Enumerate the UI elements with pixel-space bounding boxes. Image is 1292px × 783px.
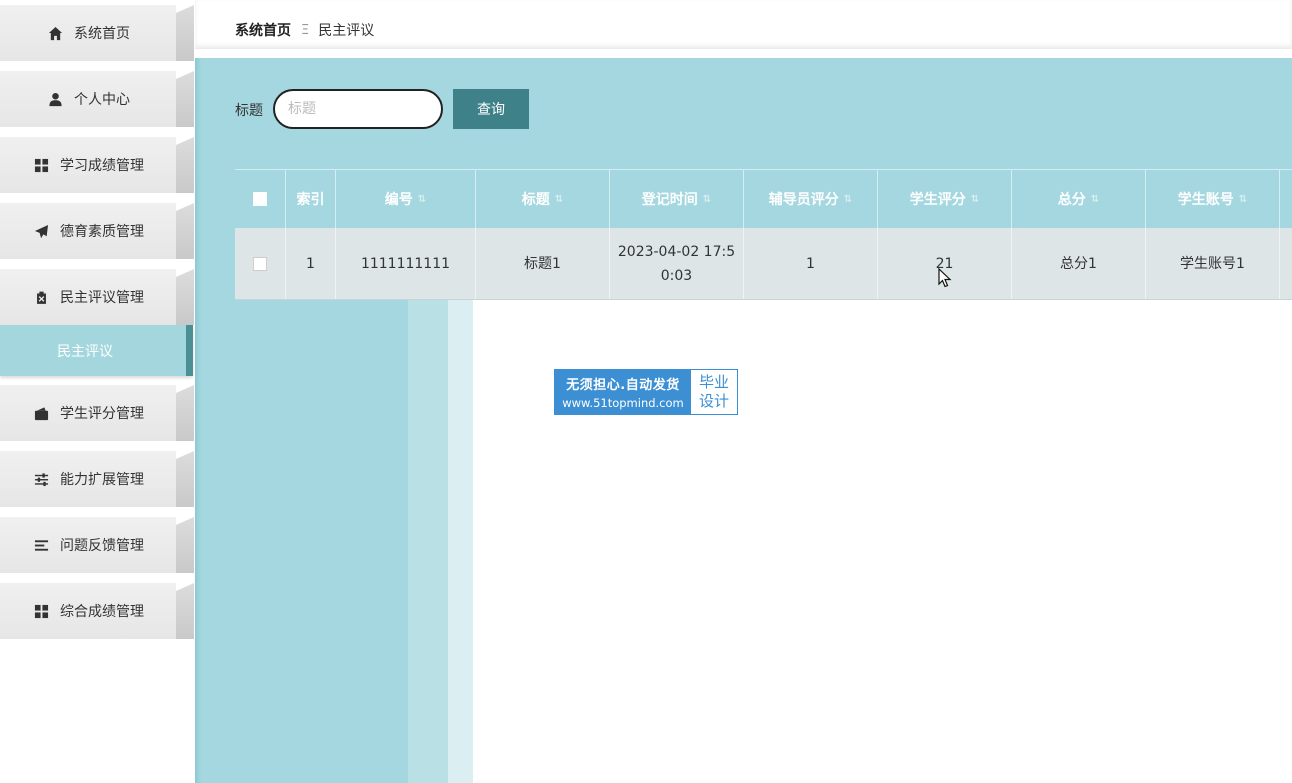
header-overflow [1280, 170, 1292, 228]
sidebar-item-label: 民主评议管理 [60, 290, 144, 306]
header-index: 索引 [286, 170, 336, 228]
select-all-checkbox[interactable] [253, 192, 267, 206]
cell-student-score: 21 [878, 228, 1012, 299]
sidebar-subitem-democratic-review[interactable]: 民主评议 [0, 325, 193, 376]
sidebar-item-study-grades[interactable]: 学习成绩管理 [0, 137, 194, 193]
sidebar-item-label: 个人中心 [74, 92, 130, 108]
cell-register-time: 2023-04-02 17:5 0:03 [610, 228, 744, 299]
watermark-tag-line2: 设计 [698, 392, 729, 410]
cell-title: 标题1 [476, 228, 610, 299]
sidebar-item-overall-grades[interactable]: 综合成绩管理 [0, 583, 194, 639]
header-title[interactable]: 标题 ⇅ [476, 170, 610, 228]
user-icon [46, 90, 64, 108]
sidebar-item-moral-quality[interactable]: 德育素质管理 [0, 203, 194, 259]
header-register-time[interactable]: 登记时间 ⇅ [610, 170, 744, 228]
sidebar-item-label: 综合成绩管理 [60, 604, 144, 620]
search-button[interactable]: 查询 [453, 89, 529, 129]
sidebar-item-label: 学习成绩管理 [60, 158, 144, 174]
decorative-stripe [448, 300, 473, 783]
breadcrumb: 系统首页 Ξ 民主评议 [235, 20, 374, 40]
send-icon [32, 222, 50, 240]
sort-icon[interactable]: ⇅ [844, 194, 852, 205]
sidebar-item-label: 学生评分管理 [60, 406, 144, 422]
sidebar-item-feedback[interactable]: 问题反馈管理 [0, 517, 194, 573]
row-checkbox[interactable] [253, 256, 267, 271]
header-student-account[interactable]: 学生账号 ⇅ [1146, 170, 1280, 228]
sidebar-item-student-rating[interactable]: 学生评分管理 [0, 385, 194, 441]
sidebar-item-ability-extension[interactable]: 能力扩展管理 [0, 451, 194, 507]
cell-overflow [1280, 228, 1292, 299]
clipboard-icon [32, 288, 50, 306]
watermark-tag-line1: 毕业 [698, 373, 729, 391]
mouse-cursor-icon [938, 268, 952, 288]
watermark-url: www.51topmind.com [562, 396, 684, 410]
sort-icon[interactable]: ⇅ [1239, 194, 1247, 205]
breadcrumb-separator: Ξ [301, 22, 310, 38]
header-student-score[interactable]: 学生评分 ⇅ [878, 170, 1012, 228]
top-bar: 系统首页 Ξ 民主评议 [195, 0, 1292, 49]
table-header: 索引 编号 ⇅ 标题 ⇅ 登记时间 ⇅ 辅导员评分 ⇅ 学生评分 ⇅ 总分 ⇅ 学生账号 ⇅ [235, 169, 1292, 228]
cell-student-account: 学生账号1 [1146, 228, 1280, 299]
sidebar: 系统首页 个人中心 学习成绩管理 德育素质管理 民主评议管理 民主评议 学生评分… [0, 0, 195, 783]
sort-icon[interactable]: ⇅ [971, 194, 979, 205]
cell-counselor-score: 1 [744, 228, 878, 299]
breadcrumb-home[interactable]: 系统首页 [235, 20, 291, 40]
sliders-icon [32, 470, 50, 488]
watermark-banner[interactable]: 无须担心.自动发货 www.51topmind.com 毕业 设计 [554, 369, 738, 415]
header-number[interactable]: 编号 ⇅ [336, 170, 476, 228]
sort-icon[interactable]: ⇅ [555, 194, 563, 205]
search-input[interactable] [273, 89, 443, 129]
wallet-icon [32, 404, 50, 422]
sort-icon[interactable]: ⇅ [418, 194, 426, 205]
sidebar-item-label: 系统首页 [74, 26, 130, 42]
row-select[interactable] [235, 228, 286, 299]
sidebar-item-label: 德育素质管理 [60, 224, 144, 240]
header-select-all[interactable] [235, 170, 286, 228]
header-total[interactable]: 总分 ⇅ [1012, 170, 1146, 228]
sort-icon[interactable]: ⇅ [1091, 194, 1099, 205]
search-label: 标题 [235, 103, 263, 119]
cell-total: 总分1 [1012, 228, 1146, 299]
table-row[interactable]: 1 1111111111 标题1 2023-04-02 17:5 0:03 1 … [235, 228, 1292, 300]
watermark-slogan: 无须担心.自动发货 [566, 378, 680, 393]
sidebar-item-label: 能力扩展管理 [60, 472, 144, 488]
cell-index: 1 [286, 228, 336, 299]
cell-number: 1111111111 [336, 228, 476, 299]
sidebar-item-home[interactable]: 系统首页 [0, 5, 194, 61]
sidebar-item-democratic-review[interactable]: 民主评议管理 [0, 269, 194, 325]
header-counselor-score[interactable]: 辅导员评分 ⇅ [744, 170, 878, 228]
decorative-stripe [408, 300, 448, 783]
home-icon [46, 24, 64, 42]
sort-icon[interactable]: ⇅ [703, 194, 711, 205]
sidebar-item-label: 问题反馈管理 [60, 538, 144, 554]
grid-icon [32, 602, 50, 620]
sidebar-item-profile[interactable]: 个人中心 [0, 71, 194, 127]
breadcrumb-current: 民主评议 [318, 23, 375, 39]
list-icon [32, 536, 50, 554]
grid-icon [32, 156, 50, 174]
